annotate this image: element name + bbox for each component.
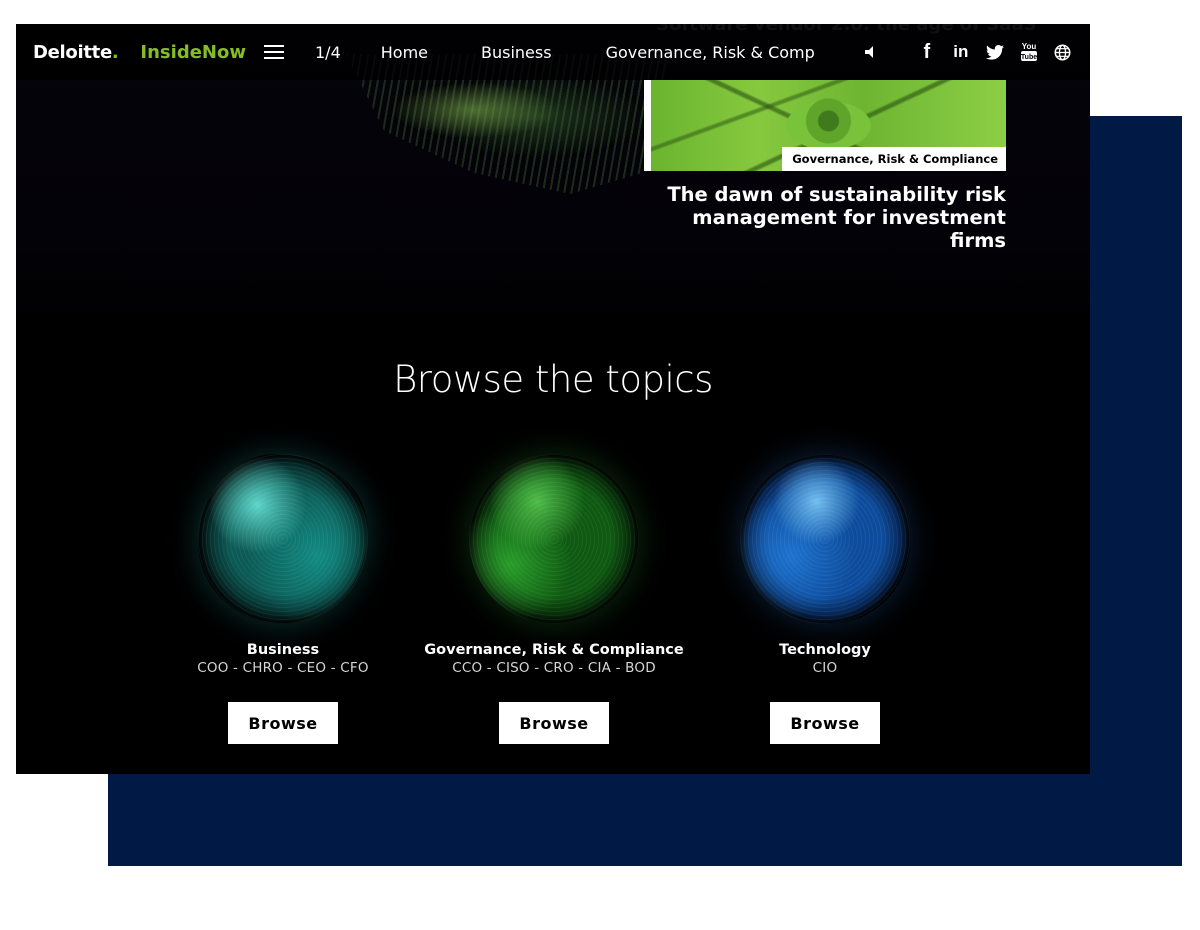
brand-dot: . — [111, 41, 119, 63]
social-links: f in You Tube — [915, 40, 1085, 64]
browse-technology-button[interactable]: Browse — [770, 702, 880, 744]
topic-card-business: Business COO - CHRO - CEO - CFO Browse — [153, 454, 413, 744]
youtube-icon[interactable]: You Tube — [1017, 40, 1041, 64]
browse-grc-button[interactable]: Browse — [499, 702, 609, 744]
topic-name: Governance, Risk & Compliance — [424, 642, 684, 658]
website-screenshot: Software vendor 2.0: the age of SaaS Gov… — [16, 24, 1090, 774]
top-navigation-bar: Deloitte. InsideNow 1/4 Home Business Go… — [16, 24, 1090, 80]
speaker-icon[interactable] — [863, 45, 877, 59]
article-category-tag: Governance, Risk & Compliance — [782, 147, 1006, 171]
svg-text:Tube: Tube — [1021, 54, 1037, 61]
nav-link-home[interactable]: Home — [381, 43, 428, 62]
menu-icon[interactable] — [264, 45, 284, 59]
topics-list: Business COO - CHRO - CEO - CFO Browse G… — [16, 454, 1090, 774]
brand-name: Deloitte — [33, 41, 112, 63]
svg-text:You: You — [1022, 42, 1037, 51]
topic-orb-technology-image[interactable] — [740, 454, 910, 624]
slide-pager: 1/4 — [315, 42, 341, 62]
topic-roles: CIO — [812, 660, 838, 676]
browse-business-button[interactable]: Browse — [228, 702, 338, 744]
topic-name: Technology — [779, 642, 871, 658]
topic-roles: CCO - CISO - CRO - CIA - BOD — [452, 660, 656, 676]
topic-card-technology: Technology CIO Browse — [695, 454, 955, 744]
facebook-icon[interactable]: f — [915, 40, 939, 64]
nav-link-business[interactable]: Business — [481, 43, 552, 62]
logo[interactable]: Deloitte. InsideNow — [16, 24, 246, 80]
featured-article-image[interactable]: Governance, Risk & Compliance — [644, 80, 1006, 171]
linkedin-icon[interactable]: in — [949, 40, 973, 64]
topic-roles: COO - CHRO - CEO - CFO — [197, 660, 369, 676]
globe-icon[interactable] — [1051, 40, 1075, 64]
topic-orb-business-image[interactable] — [198, 454, 368, 624]
topic-name: Business — [246, 642, 320, 658]
twitter-icon[interactable] — [983, 40, 1007, 64]
topic-card-governance-risk-compliance: Governance, Risk & Compliance CCO - CISO… — [424, 454, 684, 744]
topic-orb-grc-image[interactable] — [469, 454, 639, 624]
product-name: InsideNow — [140, 41, 246, 63]
featured-article-card[interactable]: Governance, Risk & Compliance The dawn o… — [644, 70, 1006, 270]
deloitte-logo: Deloitte. — [33, 41, 119, 63]
browse-topics-heading: Browse the topics — [393, 358, 713, 401]
featured-article-title[interactable]: The dawn of sustainability risk manageme… — [644, 183, 1006, 252]
nav-link-governance-risk-compliance[interactable]: Governance, Risk & Comp — [606, 43, 815, 62]
